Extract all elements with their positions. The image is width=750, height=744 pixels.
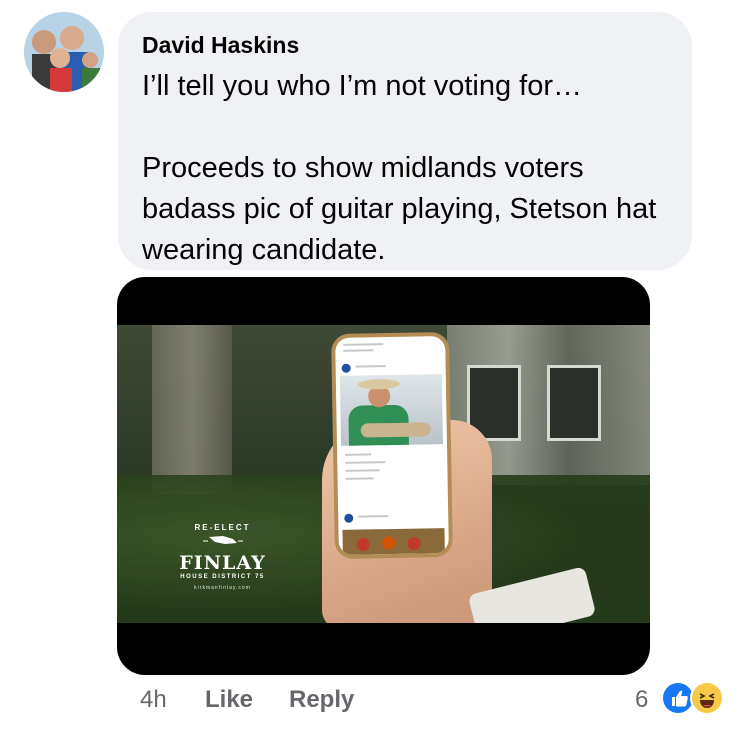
phone-screen — [335, 336, 449, 555]
laughing-face-glyph — [699, 693, 715, 708]
reply-button[interactable]: Reply — [289, 686, 354, 714]
logo-tagline: RE-ELECT — [194, 523, 251, 532]
comment-text: I’ll tell you who I’m not voting for… Pr… — [142, 70, 657, 266]
ig-text-line — [355, 365, 386, 368]
video-frame: RE-ELECT FINLAY HOUSE DISTRICT 75 kirkma… — [117, 325, 650, 623]
campaign-logo: RE-ELECT FINLAY HOUSE DISTRICT 75 kirkma… — [175, 523, 270, 591]
ig-text-line — [345, 477, 374, 480]
ig-post-photo-tomatoes — [342, 528, 445, 555]
phone — [331, 331, 453, 560]
reaction-count[interactable]: 6 — [635, 686, 648, 714]
background-window — [547, 365, 601, 441]
ig-post-photo — [339, 374, 443, 446]
ig-text-line — [358, 515, 389, 518]
ig-text-line — [345, 461, 386, 464]
laughing-face-icon[interactable] — [690, 681, 724, 715]
ig-post-avatar — [341, 363, 351, 373]
ig-text-line — [345, 453, 372, 456]
ig-text-line — [345, 469, 380, 472]
comment-timestamp[interactable]: 4h — [140, 686, 167, 714]
thumbs-up-glyph — [672, 690, 688, 707]
ig-text-line — [343, 343, 384, 346]
logo-url: kirkmanfinlay.com — [194, 585, 251, 591]
comment-bubble: David Haskins I’ll tell you who I’m not … — [118, 12, 692, 270]
state-outline-icon — [202, 536, 243, 544]
author-avatar[interactable] — [24, 12, 104, 92]
ig-hat — [357, 378, 401, 390]
ig-guitar — [360, 422, 431, 438]
ig-post-avatar — [344, 513, 354, 523]
comment-author-name[interactable]: David Haskins — [142, 32, 299, 59]
ig-text-line — [343, 349, 374, 352]
comment-video-attachment[interactable]: RE-ELECT FINLAY HOUSE DISTRICT 75 kirkma… — [117, 277, 650, 675]
like-button[interactable]: Like — [205, 686, 253, 714]
logo-name: FINLAY — [179, 552, 266, 574]
logo-district: HOUSE DISTRICT 75 — [180, 574, 265, 580]
avatar-photo — [24, 12, 104, 92]
background-pillar — [152, 325, 232, 495]
